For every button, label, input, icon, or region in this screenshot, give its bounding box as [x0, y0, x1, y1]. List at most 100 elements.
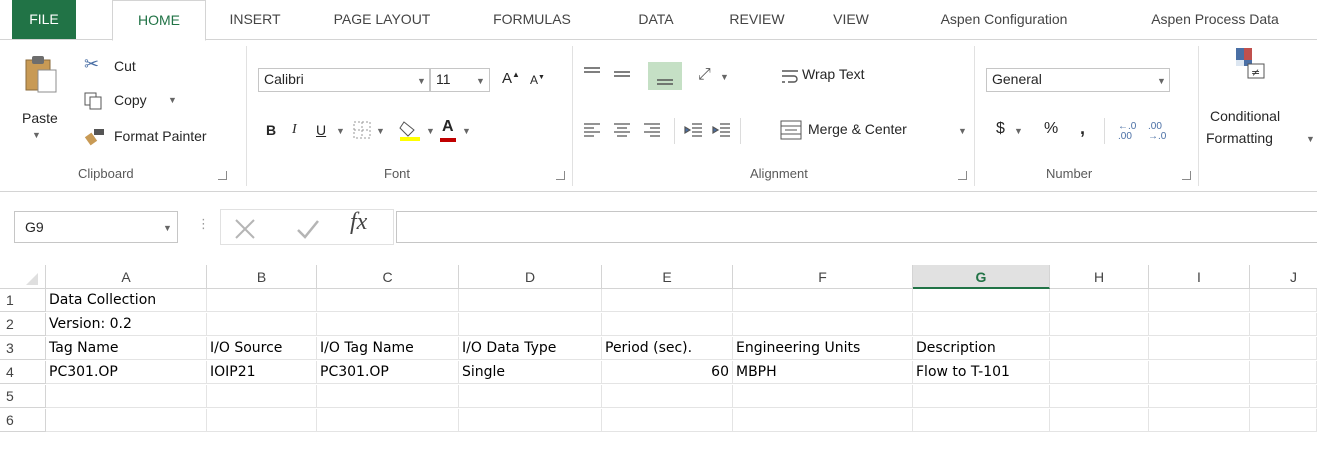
column-header-b[interactable]: B [207, 265, 317, 289]
cell-f5[interactable] [733, 385, 913, 408]
cell-f1[interactable] [733, 289, 913, 312]
name-box-dropdown-icon[interactable]: ▼ [163, 223, 172, 233]
underline-button[interactable]: U [316, 122, 326, 138]
tab-view[interactable]: VIEW [826, 0, 876, 40]
cell-i1[interactable] [1149, 289, 1250, 312]
orientation-icon[interactable]: ⤢ [698, 66, 711, 84]
cell-c5[interactable] [317, 385, 459, 408]
cell-d4[interactable]: Single [459, 361, 602, 384]
cell-j6[interactable] [1250, 409, 1317, 432]
formula-input[interactable] [396, 211, 1317, 243]
tab-page-layout[interactable]: PAGE LAYOUT [312, 0, 452, 40]
font-color-icon[interactable]: A [442, 118, 454, 136]
row-header-2[interactable]: 2 [0, 313, 46, 336]
cell-h6[interactable] [1050, 409, 1149, 432]
cell-b5[interactable] [207, 385, 317, 408]
cell-c6[interactable] [317, 409, 459, 432]
comma-style-button[interactable]: , [1080, 118, 1085, 139]
cell-h5[interactable] [1050, 385, 1149, 408]
cell-a6[interactable] [46, 409, 207, 432]
font-dialog-launcher-icon[interactable] [556, 171, 565, 180]
borders-icon[interactable] [352, 120, 372, 140]
align-bottom-button[interactable] [648, 62, 682, 90]
cell-a2[interactable]: Version: 0.2 [46, 313, 207, 336]
tab-home[interactable]: HOME [112, 0, 206, 41]
fill-color-dropdown-icon[interactable]: ▼ [426, 126, 435, 136]
select-all-button[interactable] [0, 265, 46, 289]
cell-d3[interactable]: I/O Data Type [459, 337, 602, 360]
copy-dropdown-icon[interactable]: ▼ [168, 95, 177, 105]
tab-insert[interactable]: INSERT [222, 0, 288, 40]
cell-i4[interactable] [1149, 361, 1250, 384]
column-header-a[interactable]: A [46, 265, 207, 289]
align-middle-icon[interactable] [612, 66, 632, 82]
enter-check-icon[interactable] [296, 218, 320, 240]
cell-g4[interactable]: Flow to T-101 [913, 361, 1050, 384]
fill-color-icon[interactable] [398, 118, 422, 142]
cell-i5[interactable] [1149, 385, 1250, 408]
cell-i3[interactable] [1149, 337, 1250, 360]
decrease-indent-icon[interactable] [684, 122, 704, 138]
clipboard-dialog-launcher-icon[interactable] [218, 171, 227, 180]
tab-review[interactable]: REVIEW [720, 0, 794, 40]
number-format-select[interactable]: General ▼ [986, 68, 1170, 92]
cell-d2[interactable] [459, 313, 602, 336]
column-header-f[interactable]: F [733, 265, 913, 289]
row-header-1[interactable]: 1 [0, 289, 46, 312]
cell-g3[interactable]: Description [913, 337, 1050, 360]
cell-h1[interactable] [1050, 289, 1149, 312]
cell-j3[interactable] [1250, 337, 1317, 360]
increase-decimal-button[interactable]: ←.0 .00 [1118, 122, 1142, 142]
increase-indent-icon[interactable] [712, 122, 732, 138]
tab-formulas[interactable]: FORMULAS [478, 0, 586, 40]
cell-i6[interactable] [1149, 409, 1250, 432]
cell-g2[interactable] [913, 313, 1050, 336]
column-header-d[interactable]: D [459, 265, 602, 289]
align-right-icon[interactable] [642, 122, 662, 138]
conditional-formatting-button[interactable]: ≠ Conditional Formatting ▼ [1206, 46, 1317, 156]
row-header-6[interactable]: 6 [0, 409, 46, 432]
insert-function-icon[interactable]: fx [350, 209, 367, 236]
percent-button[interactable]: % [1044, 120, 1058, 138]
column-header-e[interactable]: E [602, 265, 733, 289]
italic-button[interactable]: I [292, 122, 297, 138]
cell-i2[interactable] [1149, 313, 1250, 336]
column-header-c[interactable]: C [317, 265, 459, 289]
borders-dropdown-icon[interactable]: ▼ [376, 126, 385, 136]
cell-b6[interactable] [207, 409, 317, 432]
cell-e2[interactable] [602, 313, 733, 336]
cell-h4[interactable] [1050, 361, 1149, 384]
currency-button[interactable]: $ [996, 120, 1005, 138]
column-header-g[interactable]: G [913, 265, 1050, 289]
cell-d5[interactable] [459, 385, 602, 408]
column-header-i[interactable]: I [1149, 265, 1250, 289]
align-center-icon[interactable] [612, 122, 632, 138]
cell-f4[interactable]: MBPH [733, 361, 913, 384]
cell-b4[interactable]: IOIP21 [207, 361, 317, 384]
cell-c2[interactable] [317, 313, 459, 336]
paste-dropdown-icon[interactable]: ▼ [32, 130, 41, 140]
row-header-3[interactable]: 3 [0, 337, 46, 360]
decrease-font-size-icon[interactable]: A▼ [530, 73, 545, 87]
tab-data[interactable]: DATA [626, 0, 686, 40]
cell-c4[interactable]: PC301.OP [317, 361, 459, 384]
orientation-dropdown-icon[interactable]: ▼ [720, 72, 729, 82]
formula-bar-grip-icon[interactable]: ⋮ [197, 216, 210, 232]
cell-d6[interactable] [459, 409, 602, 432]
cell-b2[interactable] [207, 313, 317, 336]
font-name-select[interactable]: Calibri ▼ [258, 68, 430, 92]
alignment-dialog-launcher-icon[interactable] [958, 171, 967, 180]
align-top-icon[interactable] [582, 66, 602, 82]
cell-h2[interactable] [1050, 313, 1149, 336]
cell-f6[interactable] [733, 409, 913, 432]
cell-a1[interactable]: Data Collection [46, 289, 207, 312]
align-left-icon[interactable] [582, 122, 602, 138]
merge-center-dropdown-icon[interactable]: ▼ [958, 126, 967, 136]
font-size-select[interactable]: 11 ▼ [430, 68, 490, 92]
cell-g1[interactable] [913, 289, 1050, 312]
currency-dropdown-icon[interactable]: ▼ [1014, 126, 1023, 136]
cell-a4[interactable]: PC301.OP [46, 361, 207, 384]
row-header-5[interactable]: 5 [0, 385, 46, 408]
tab-aspen-process-data[interactable]: Aspen Process Data [1122, 0, 1308, 40]
increase-font-size-icon[interactable]: A▲ [502, 70, 520, 87]
